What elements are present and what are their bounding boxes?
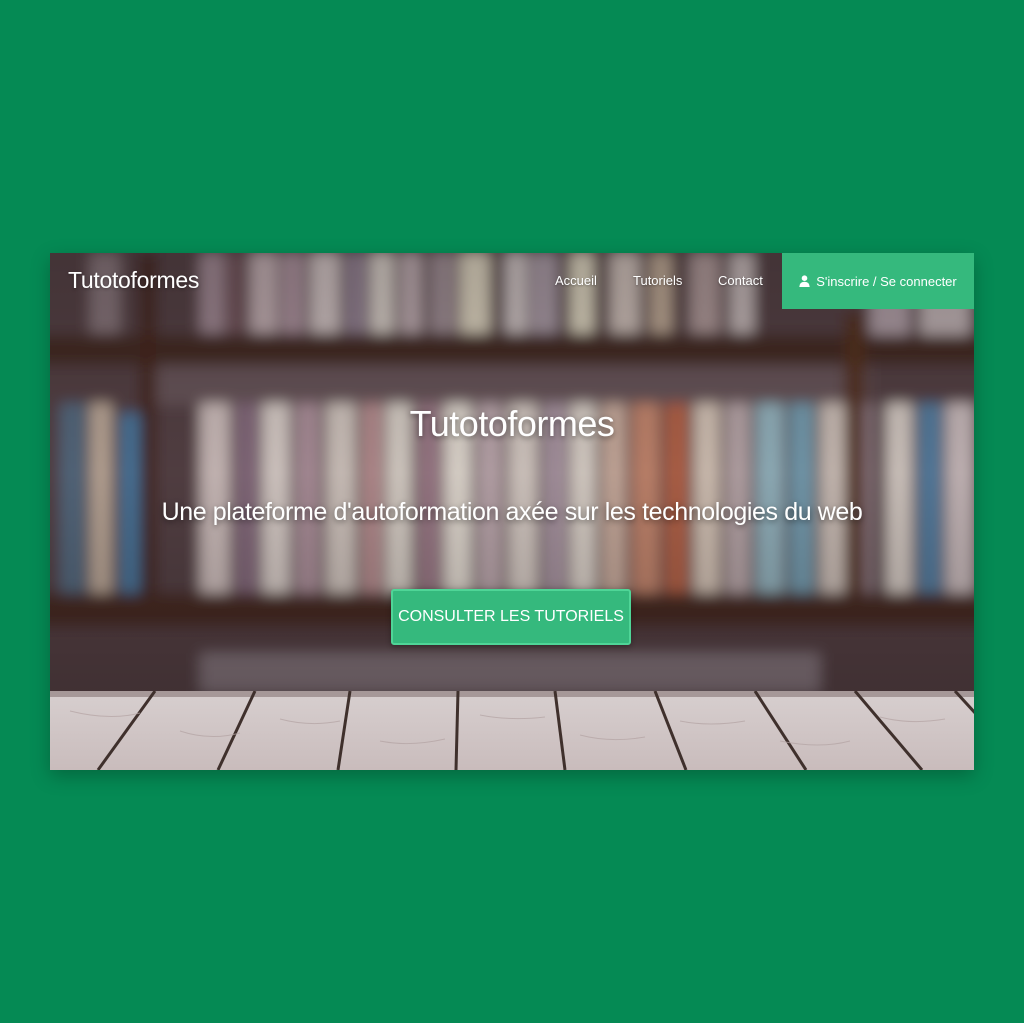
website-screenshot: Tutotoformes Accueil Tutoriels Contact S…	[50, 253, 974, 770]
brand-logo[interactable]: Tutotoformes	[68, 267, 199, 294]
hero-title: Tutotoformes	[409, 403, 615, 444]
wooden-floor	[50, 689, 974, 770]
hero-subtitle: Une plateforme d'autoformation axée sur …	[161, 498, 863, 526]
consult-tutorials-button[interactable]: CONSULTER LES TUTORIELS	[391, 589, 631, 645]
top-navbar: Tutotoformes Accueil Tutoriels Contact S…	[50, 253, 974, 309]
signup-login-label: S'inscrire / Se connecter	[816, 273, 957, 289]
signup-login-button[interactable]: S'inscrire / Se connecter	[782, 253, 974, 309]
nav-link-tutoriels[interactable]: Tutoriels	[633, 273, 682, 288]
nav-link-accueil[interactable]: Accueil	[555, 273, 597, 288]
nav-link-contact[interactable]: Contact	[718, 273, 763, 288]
user-icon	[799, 275, 810, 287]
